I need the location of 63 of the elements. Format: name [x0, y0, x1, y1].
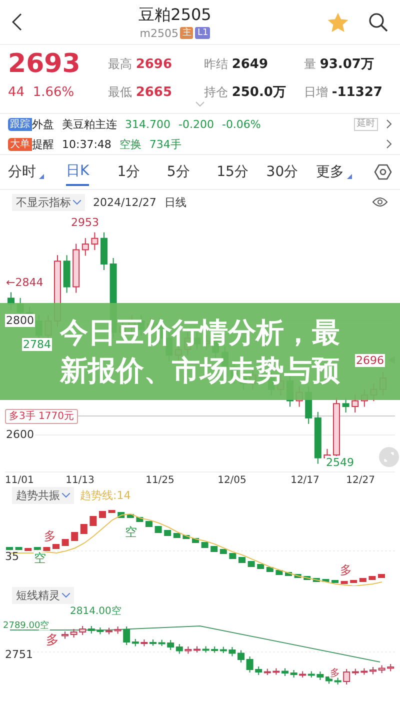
price-label: 2784 [22, 338, 52, 351]
alert-text: 314.700 [125, 118, 170, 130]
contract-code: m2505 [140, 26, 178, 40]
alert-text: 美豆粕主连 [62, 116, 117, 132]
date-label: 11/01 [5, 475, 34, 486]
price-change: 44 1.66% [8, 84, 76, 100]
quote-stat: 持仓 250.0万 [204, 84, 287, 101]
alert-text: 734手 [149, 136, 182, 152]
period-tab[interactable]: 分时 [8, 159, 44, 185]
indicator-dropdown[interactable]: 短线精灵 [12, 586, 74, 604]
position-tag: 多3手 1770元 [5, 409, 78, 424]
period-tab[interactable]: 5分 [166, 159, 217, 185]
price-label: 2600 [5, 428, 35, 441]
quote-stat: 昨结 2649 [204, 56, 270, 72]
contract-badge: L1 [195, 27, 210, 39]
date-label: 12/17 [290, 475, 320, 486]
period-tab[interactable]: 日K [66, 158, 90, 186]
period-tab[interactable]: 更多 [316, 159, 352, 185]
period-tab[interactable]: 30分 [266, 159, 316, 185]
banner-text: 今日豆价行情分析，最 [60, 314, 340, 350]
price-label: ←2844 [5, 276, 44, 289]
date-label: 11/13 [66, 475, 94, 486]
chart-date: 2024/12/27 [93, 196, 156, 208]
alert-text: -0.200 [178, 118, 214, 130]
date-label: 12/05 [218, 475, 246, 486]
price-label: 2953 [70, 216, 100, 229]
signal-label: 多 [44, 529, 56, 543]
alert-badge: 跟踪 [8, 118, 32, 130]
date-label: 12/27 [346, 475, 375, 486]
axis-label: 35 [5, 550, 19, 563]
signal-label: 多 [330, 668, 340, 679]
alert-badge: 大单 [8, 138, 32, 150]
price-label: 2549 [325, 456, 355, 469]
trend-line-label: 趋势线:14 [80, 488, 131, 502]
signal-label: 2814.00空 [70, 606, 122, 617]
indicator-dropdown[interactable]: 趋势共振 [12, 486, 74, 504]
page-title: 豆粕2505 [138, 4, 212, 26]
quote-stat: 最低 2665 [108, 84, 174, 100]
price-label: 2696 [355, 354, 385, 367]
alert-text: 10:37:48 [62, 138, 112, 150]
quote-stat: 最高 2696 [108, 56, 174, 72]
delay-tag: 延时 [354, 118, 378, 130]
axis-label: 2751 [5, 648, 33, 661]
period-tab[interactable]: 15分 [216, 159, 266, 185]
signal-label: 空 [34, 551, 46, 565]
signal-label: 2789.00空 [3, 621, 50, 631]
signal-label: 多 [340, 563, 352, 577]
last-price: 2693 [8, 49, 82, 79]
alert-text: -0.06% [222, 118, 261, 130]
quote-stat: 日增 -11327 [304, 84, 384, 100]
chart-period: 日线 [164, 194, 186, 210]
banner-text: 新报价、市场走势与预 [60, 352, 340, 388]
contract-badge: 主 [180, 27, 194, 39]
signal-label: 多 [46, 633, 59, 648]
period-tab[interactable]: 1分 [117, 159, 167, 185]
indicator-dropdown[interactable]: 不显示指标 [12, 194, 85, 210]
date-label: 11/25 [146, 475, 174, 486]
price-label: 2800 [5, 314, 35, 327]
alert-label: 提醒 [32, 136, 54, 152]
alert-label: 外盘 [32, 116, 54, 132]
alert-text: 空换 [119, 136, 142, 152]
quote-stat: 量 93.07万 [304, 56, 375, 73]
signal-label: 空 [125, 525, 137, 539]
